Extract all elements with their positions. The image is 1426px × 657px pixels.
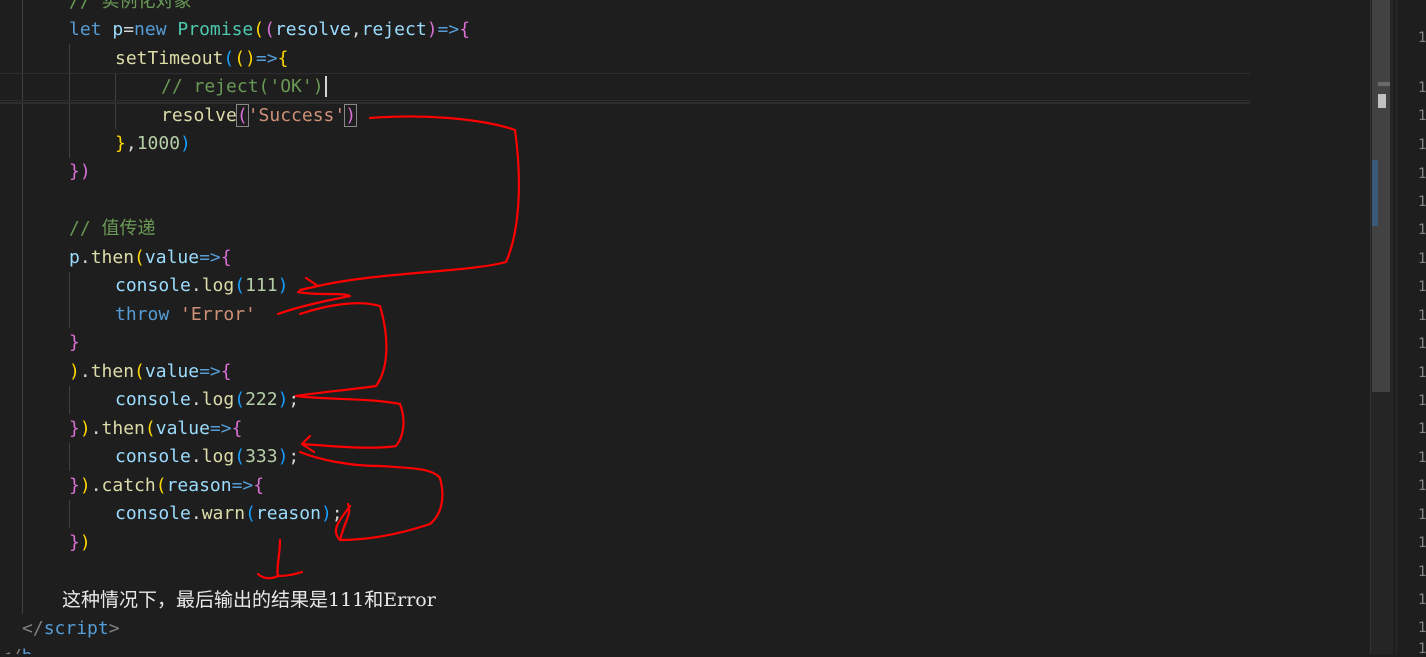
side-line-number: 1: [1418, 108, 1426, 124]
side-line-number: 1: [1418, 535, 1426, 551]
side-line-number: 1: [1418, 251, 1426, 267]
scrollbar-marker: [1378, 82, 1390, 86]
side-line-number: 1: [1418, 336, 1426, 352]
side-line-number: 1: [1418, 564, 1426, 580]
side-line-number: 1: [1418, 166, 1426, 182]
side-line-number: 1: [1418, 478, 1426, 494]
side-line-number: 1: [1418, 222, 1426, 238]
side-line-number: 1: [1418, 137, 1426, 153]
scrollbar-marker: [1372, 160, 1378, 226]
side-line-number: 1: [1418, 421, 1426, 437]
arrow-resolve-to-then: [298, 115, 520, 292]
hand-drawn-annotations: [256, 115, 520, 580]
side-panel: [1396, 0, 1426, 654]
side-line-number: 1: [1418, 80, 1426, 96]
side-line-number: 1: [1418, 279, 1426, 295]
arrow-then2-loop: [294, 394, 405, 454]
side-line-number: 1: [1418, 308, 1426, 324]
code-editor[interactable]: // 实例化对象 let p=new Promise((resolve,reje…: [0, 0, 1395, 654]
side-line-number: 1: [1418, 641, 1426, 657]
side-line-number: 1: [1418, 450, 1426, 466]
side-line-number: 1: [1418, 393, 1426, 409]
side-line-number: 1: [1418, 30, 1426, 46]
side-line-number: 1: [1418, 620, 1426, 636]
arrow-throw-to-then2: [294, 302, 388, 398]
arrow-bottom-tick: [256, 538, 304, 580]
arrow-then3-loop: [298, 450, 444, 542]
scrollbar-marker: [1378, 94, 1386, 108]
side-line-number: 1: [1418, 507, 1426, 523]
side-line-number: 1: [1418, 365, 1426, 381]
side-line-number: 1: [1418, 194, 1426, 210]
side-line-number: 1: [1418, 592, 1426, 608]
